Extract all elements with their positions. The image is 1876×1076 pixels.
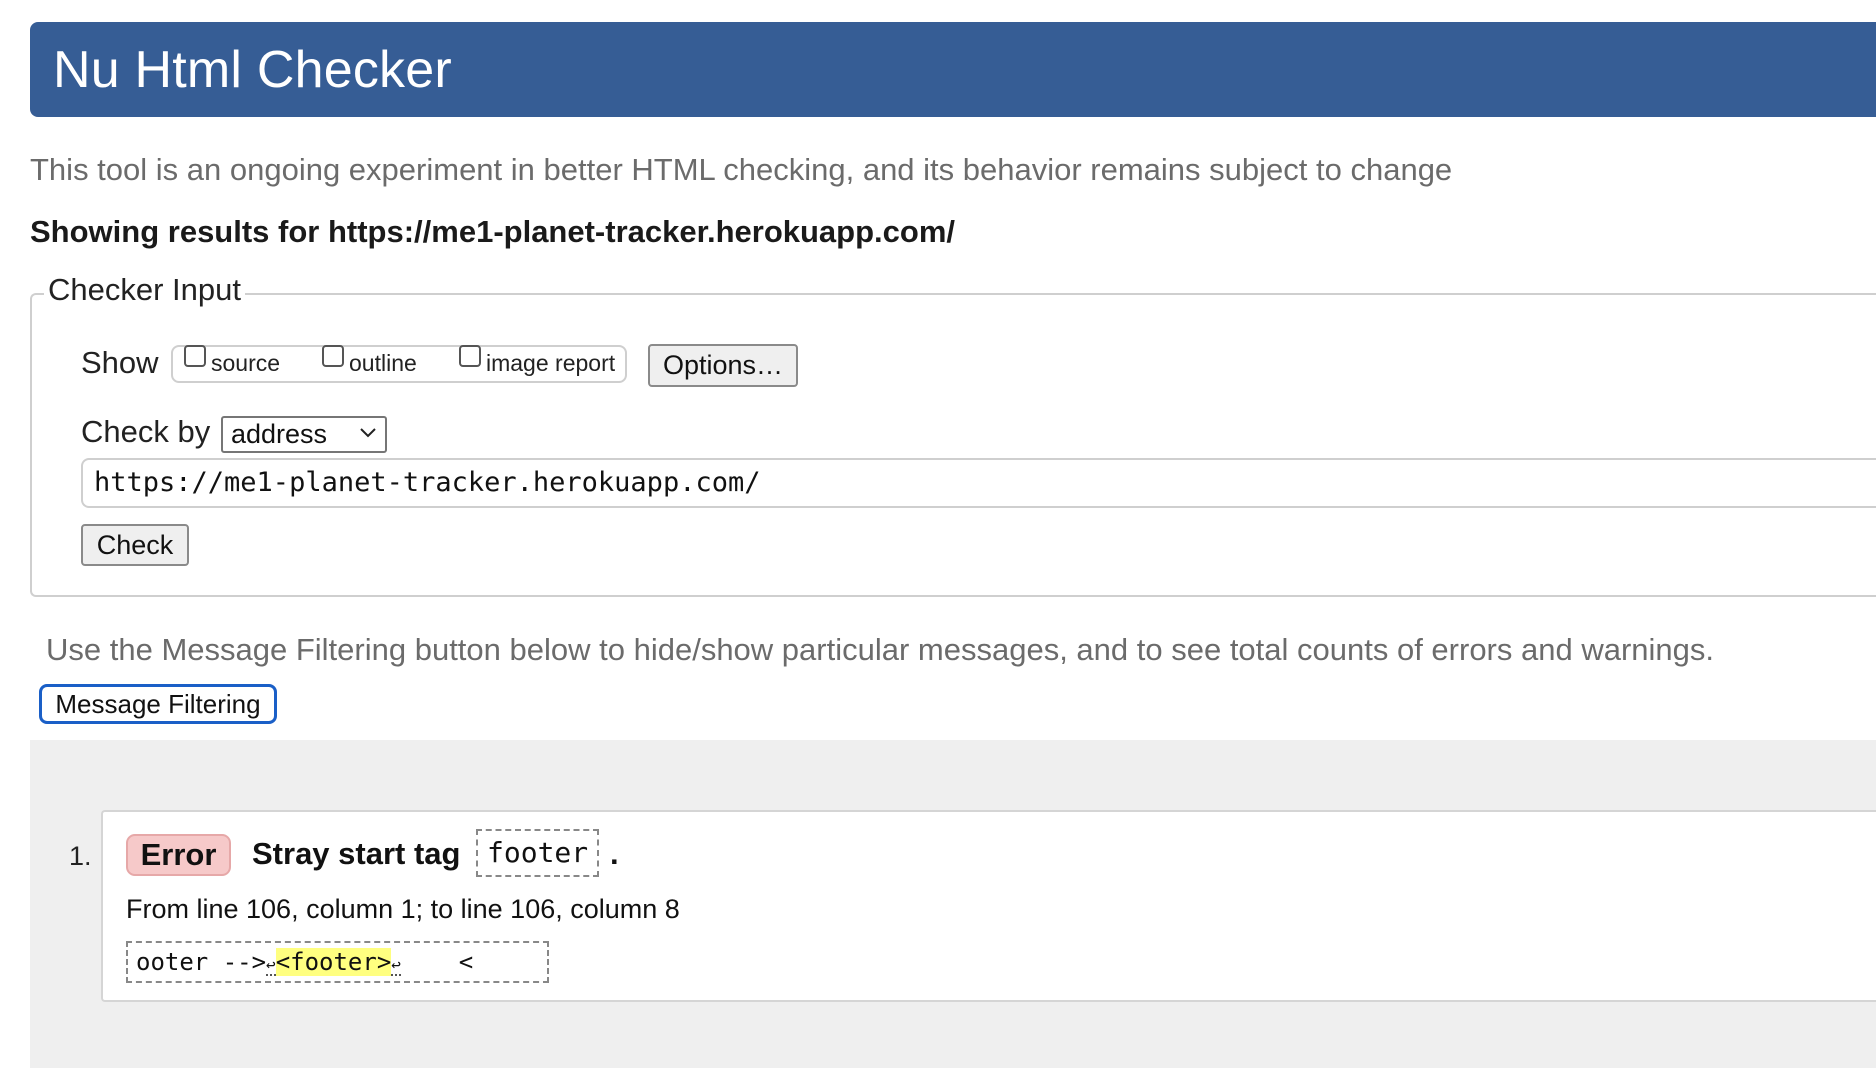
checkbox-label: image report [486,350,616,376]
line-feed-icon: ↩ [266,955,276,976]
show-label: Show [81,345,159,380]
checker-input-legend: Checker Input [44,272,245,308]
url-input[interactable]: https://me1-planet-tracker.herokuapp.com… [81,458,1876,508]
message-filtering-hint: Use the Message Filtering button below t… [46,632,1715,667]
checkbox-label: source [211,350,281,376]
options-button[interactable]: Options… [648,344,798,387]
show-image-report-checkbox[interactable]: image report [459,344,615,376]
extract-highlight: <footer> [275,948,392,976]
error-title-period: . [610,836,619,871]
page: Nu Html Checker This tool is an ongoing … [0,0,1876,1076]
checkbox-box[interactable] [184,344,206,367]
message-number: 1. [69,841,92,871]
header-banner: Nu Html Checker [30,22,1876,117]
check-by-label: Check by [81,414,211,449]
error-title: Stray start tag [252,836,461,871]
show-source-checkbox[interactable]: source [184,344,280,376]
show-outline-checkbox[interactable]: outline [322,344,417,376]
error-code-tag: footer [476,829,600,877]
checkbox-box[interactable] [322,344,344,367]
error-badge: Error [126,834,231,876]
check-button[interactable]: Check [81,524,189,566]
error-extract: ooter -->↩<footer>↩ < [126,941,549,983]
chevron-down-icon [360,428,376,438]
intro-text: This tool is an ongoing experiment in be… [30,152,1453,187]
checkbox-label: outline [349,350,417,376]
checkbox-box[interactable] [459,344,481,367]
check-by-select[interactable]: address [221,416,387,453]
results-for-heading: Showing results for https://me1-planet-t… [30,214,956,249]
page-title: Nu Html Checker [53,41,452,99]
extract-after: < [400,948,474,976]
message-filtering-button[interactable]: Message Filtering [39,684,277,724]
error-location[interactable]: From line 106, column 1; to line 106, co… [126,894,680,925]
line-feed-icon: ↩ [391,955,401,976]
check-by-value: address [231,419,328,449]
extract-before: ooter --> [136,948,267,976]
